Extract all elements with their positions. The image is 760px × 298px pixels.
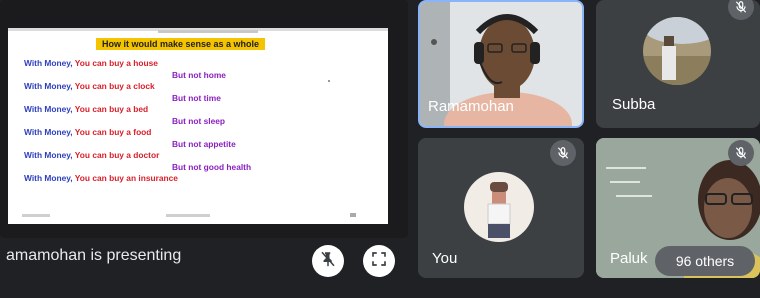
participant-tile-subba[interactable]: Subba: [596, 0, 760, 128]
slide-line: But not appetite: [172, 139, 236, 149]
slide-line: But not home: [172, 70, 226, 80]
slide-page-number: [350, 213, 356, 217]
participant-avatar: [643, 17, 711, 85]
unpin-button[interactable]: [312, 245, 344, 277]
slide-line: With Money, You can buy a food: [24, 127, 152, 137]
slide-title: How it would make sense as a whole: [96, 38, 266, 50]
participant-avatar: [464, 172, 534, 242]
participant-tile-you[interactable]: You: [418, 138, 584, 278]
pin-off-icon: [319, 250, 337, 273]
mic-off-icon: [728, 0, 754, 20]
slide-line: But not sleep: [172, 116, 226, 126]
slide-line: With Money, You can buy a bed: [24, 104, 149, 114]
participant-name: Ramamohan: [428, 98, 514, 115]
shared-slide: How it would make sense as a whole With …: [8, 28, 388, 224]
mic-off-icon: [728, 140, 754, 166]
slide-speck: [328, 80, 330, 82]
slide-footer-date: [22, 214, 50, 217]
slide-line: With Money, You can buy a house: [24, 58, 158, 68]
mic-off-icon: [550, 140, 576, 166]
slide-line: With Money, You can buy an insurance: [24, 173, 178, 183]
slide-line: But not good health: [172, 162, 252, 172]
participant-tile-ramamohan[interactable]: Ramamohan: [418, 0, 584, 128]
presentation-area[interactable]: How it would make sense as a whole With …: [0, 0, 408, 238]
participant-name: Subba: [612, 96, 656, 113]
participant-name: You: [432, 250, 458, 267]
slide-line: But not time: [172, 93, 221, 103]
others-count-badge[interactable]: 96 others: [655, 246, 755, 276]
slide-line: With Money, You can buy a clock: [24, 81, 155, 91]
slide-footer-text: [166, 214, 210, 217]
fullscreen-icon: [370, 250, 388, 273]
presenting-status: amamohan is presenting: [6, 247, 182, 264]
fullscreen-button[interactable]: [363, 245, 395, 277]
participant-name: Paluk: [610, 250, 648, 267]
slide-header-text: [158, 30, 258, 33]
slide-line: With Money, You can buy a doctor: [24, 150, 160, 160]
